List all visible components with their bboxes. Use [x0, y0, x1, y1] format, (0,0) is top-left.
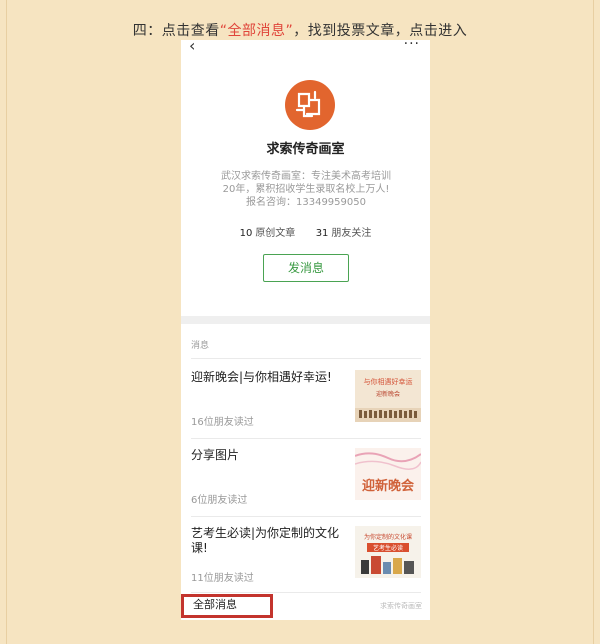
- all-messages-link[interactable]: 全部消息: [193, 596, 237, 612]
- section-divider: [181, 316, 430, 324]
- message-reads: 16位朋友读过: [191, 417, 254, 428]
- instruction-suffix: ，找到投票文章，点击进入: [293, 23, 468, 39]
- messages-section-label: 消息: [191, 341, 210, 351]
- message-title: 艺考生必读|为你定制的文化课!: [191, 526, 340, 555]
- divider: [191, 358, 421, 359]
- account-logo: [285, 80, 335, 130]
- account-name: 求索传奇画室: [266, 142, 345, 157]
- watermark: 求索传奇画室: [380, 602, 422, 610]
- phone-screenshot: ‹ ··· 求索传奇画室 武汉求索传奇画室：专注美术高考培训 20年，累积招收学…: [181, 40, 430, 620]
- account-description-line: 武汉求索传奇画室：专注美术高考培训: [221, 171, 391, 182]
- message-reads: 11位朋友读过: [191, 573, 254, 584]
- message-thumbnail: 与你相遇好幸运 迎新晚会: [355, 370, 421, 422]
- thumb-text: 迎新晚会: [376, 390, 400, 398]
- original-label: 原创文章: [255, 228, 296, 239]
- message-reads: 6位朋友读过: [191, 495, 248, 506]
- thumb-text: 迎新晚会: [362, 478, 415, 494]
- logo-glyph-icon: [295, 90, 321, 118]
- thumb-text: 为你定制的文化课: [364, 533, 412, 541]
- message-item[interactable]: 迎新晚会|与你相遇好幸运! 16位朋友读过 与你相遇好幸运 迎新晚会: [191, 360, 421, 438]
- message-item[interactable]: 分享图片 6位朋友读过 迎新晚会: [191, 438, 421, 516]
- all-messages-row[interactable]: 全部消息 求索传奇画室: [181, 592, 430, 620]
- back-icon[interactable]: ‹: [189, 40, 195, 54]
- send-message-button[interactable]: 发消息: [263, 254, 349, 282]
- instruction-text: 四：点击查看“全部消息”，找到投票文章，点击进入: [0, 20, 600, 40]
- thumb-text: 艺考生必读: [373, 544, 403, 552]
- friends-count: 31: [315, 228, 329, 239]
- message-thumbnail: 迎新晚会: [355, 448, 421, 500]
- original-count: 10: [239, 228, 253, 239]
- message-thumbnail: 为你定制的文化课 艺考生必读: [355, 526, 421, 578]
- account-description: 武汉求索传奇画室：专注美术高考培训 20年，累积招收学生录取名校上万人! 报名咨…: [211, 170, 401, 209]
- message-title: 分享图片: [191, 448, 240, 462]
- instruction-prefix: 四：点击查看: [132, 23, 220, 39]
- instruction-highlight: “全部消息”: [219, 23, 294, 39]
- account-description-line: 20年，累积招收学生录取名校上万人!: [222, 184, 390, 195]
- account-description-line: 报名咨询：13349959050: [246, 197, 366, 208]
- thumb-text: 与你相遇好幸运: [364, 377, 413, 386]
- account-stats: 10 原创文章 31 朋友关注: [181, 224, 430, 239]
- message-item[interactable]: 艺考生必读|为你定制的文化课! 11位朋友读过 为你定制的文化课 艺考生必读: [191, 516, 421, 594]
- friends-label: 朋友关注: [331, 228, 372, 239]
- top-bar: ‹ ···: [181, 40, 430, 56]
- message-title: 迎新晚会|与你相遇好幸运!: [191, 370, 332, 384]
- more-icon[interactable]: ···: [404, 40, 420, 52]
